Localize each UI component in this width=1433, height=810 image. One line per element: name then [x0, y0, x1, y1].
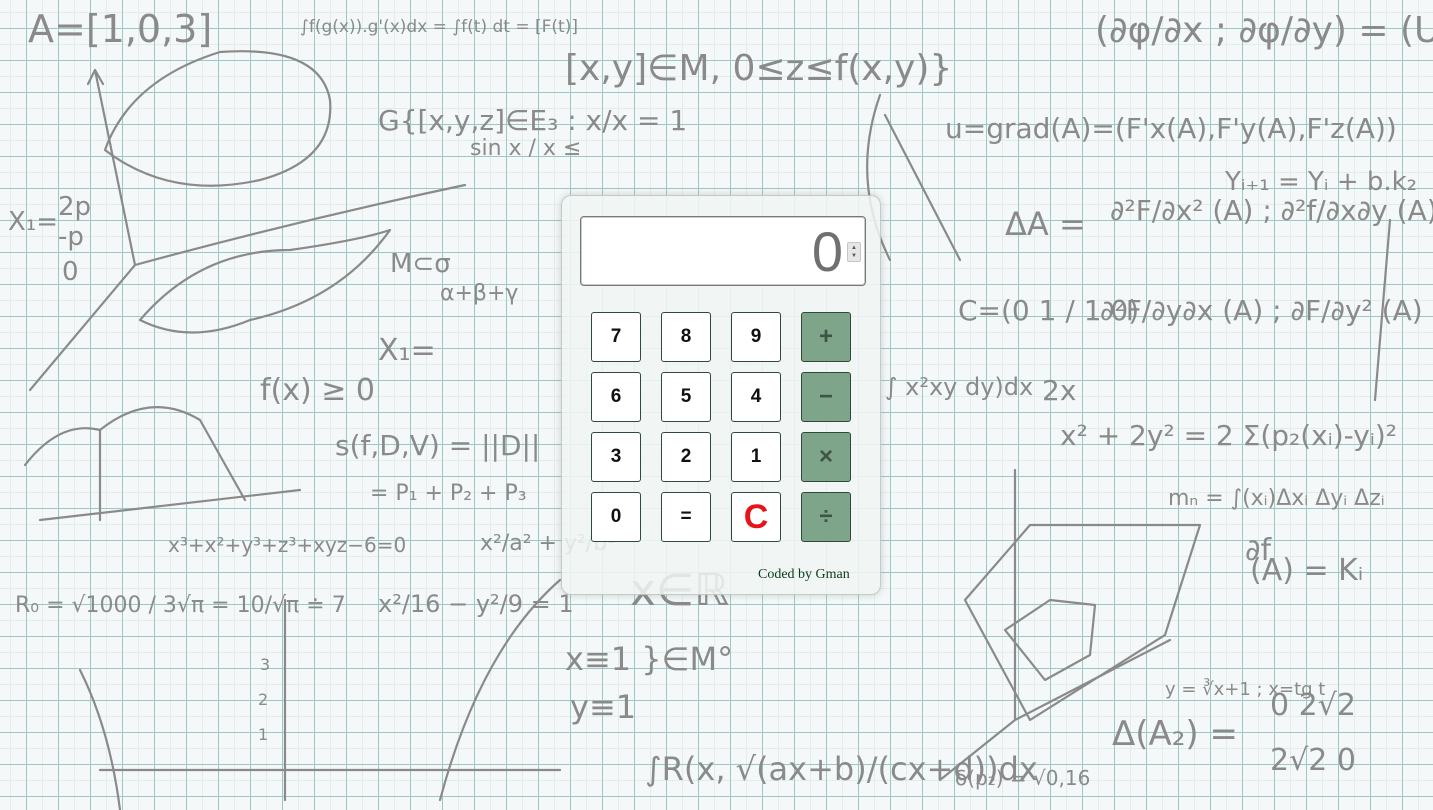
svg-text:G{[x,y,z]∈E₃ : x/x = 1: G{[x,y,z]∈E₃ : x/x = 1 — [378, 104, 687, 137]
calculator-display[interactable]: 0 ▲ ▼ — [580, 216, 866, 286]
svg-text:Δ(A₂) =: Δ(A₂) = — [1112, 714, 1238, 754]
svg-text:∂²F/∂y∂x (A) ; ∂F/∂y² (A): ∂²F/∂y∂x (A) ; ∂F/∂y² (A) — [1100, 294, 1423, 327]
divide-button[interactable]: ÷ — [801, 492, 851, 542]
svg-text:0 2√2: 0 2√2 — [1270, 688, 1356, 723]
svg-text:s(f,D,V) = ||D||: s(f,D,V) = ||D|| — [335, 429, 540, 462]
svg-text:0: 0 — [62, 257, 79, 287]
equals-button[interactable]: = — [661, 492, 711, 542]
svg-text:(A) = Kᵢ: (A) = Kᵢ — [1250, 553, 1363, 588]
svg-text:x² + 2y² = 2 Σ(p₂(xᵢ)-yᵢ)²: x² + 2y² = 2 Σ(p₂(xᵢ)-yᵢ)² — [1060, 419, 1397, 452]
digit-1-button[interactable]: 1 — [731, 432, 781, 482]
svg-text:sin x / x ≤: sin x / x ≤ — [470, 136, 581, 161]
svg-text:3: 3 — [260, 655, 270, 674]
svg-text:∫f(g(x)).g'(x)dx = ∫f(t) dt =: ∫f(g(x)).g'(x)dx = ∫f(t) dt = [F(t)] — [300, 17, 578, 37]
svg-text:1: 1 — [258, 725, 268, 744]
svg-text:mₙ = ∫(xᵢ)Δxᵢ Δyᵢ Δzᵢ: mₙ = ∫(xᵢ)Δxᵢ Δyᵢ Δzᵢ — [1168, 486, 1385, 511]
svg-text:2x: 2x — [1042, 374, 1076, 407]
number-spinner[interactable]: ▲ ▼ — [847, 242, 861, 262]
subtract-button[interactable]: − — [801, 372, 851, 422]
digit-9-button[interactable]: 9 — [731, 312, 781, 362]
display-value: 0 — [811, 220, 843, 283]
digit-8-button[interactable]: 8 — [661, 312, 711, 362]
svg-text:X₁=: X₁= — [8, 207, 58, 237]
svg-text:x³+x²+y³+z³+xyz−6=0: x³+x²+y³+z³+xyz−6=0 — [168, 533, 406, 557]
digit-5-button[interactable]: 5 — [661, 372, 711, 422]
svg-text:2p: 2p — [58, 192, 91, 222]
author-credit: Coded by Gman — [758, 567, 850, 582]
svg-text:X₁=: X₁= — [378, 333, 436, 368]
spinner-down-icon[interactable]: ▼ — [851, 252, 857, 260]
svg-text:-p: -p — [58, 222, 84, 252]
calculator: 0 ▲ ▼ 7 8 9 + 6 5 4 − 3 2 1 × 0 = C ÷ Co… — [561, 195, 881, 595]
digit-3-button[interactable]: 3 — [591, 432, 641, 482]
svg-text:∫ x²xy dy)dx: ∫ x²xy dy)dx — [885, 373, 1033, 401]
svg-text:Yᵢ₊₁ = Yᵢ + b.k₂: Yᵢ₊₁ = Yᵢ + b.k₂ — [1224, 167, 1417, 197]
clear-button[interactable]: C — [731, 492, 781, 542]
svg-text:C=(0 1 / 1 0): C=(0 1 / 1 0) — [958, 294, 1139, 327]
svg-text:∂²F/∂x² (A) ; ∂²f/∂x∂y (A): ∂²F/∂x² (A) ; ∂²f/∂x∂y (A) — [1110, 194, 1433, 227]
svg-text:R₀ = √1000 / 3√π = 10/√π ≐ 7: R₀ = √1000 / 3√π = 10/√π ≐ 7 — [15, 593, 346, 618]
svg-text:M⊂σ: M⊂σ — [390, 249, 451, 279]
digit-2-button[interactable]: 2 — [661, 432, 711, 482]
svg-text:2: 2 — [258, 690, 268, 709]
svg-text:= P₁ + P₂ + P₃: = P₁ + P₂ + P₃ — [370, 481, 527, 506]
svg-text:f(x) ≥ 0: f(x) ≥ 0 — [260, 373, 375, 408]
add-button[interactable]: + — [801, 312, 851, 362]
svg-text:α+β+γ: α+β+γ — [440, 281, 518, 306]
svg-text:ΔA =: ΔA = — [1005, 205, 1086, 243]
svg-text:x≡1 }∈M°: x≡1 }∈M° — [565, 640, 733, 678]
digit-7-button[interactable]: 7 — [591, 312, 641, 362]
svg-text:δ(p₂) = √0,16: δ(p₂) = √0,16 — [955, 766, 1090, 790]
digit-6-button[interactable]: 6 — [591, 372, 641, 422]
svg-text:A=[1,0,3]: A=[1,0,3] — [28, 7, 212, 51]
svg-text:(∂φ/∂x ; ∂φ/∂y) = (U,V): (∂φ/∂x ; ∂φ/∂y) = (U,V) — [1095, 10, 1433, 51]
digit-0-button[interactable]: 0 — [591, 492, 641, 542]
spinner-up-icon[interactable]: ▲ — [851, 244, 857, 252]
svg-text:[x,y]∈M, 0≤z≤f(x,y)}: [x,y]∈M, 0≤z≤f(x,y)} — [565, 48, 952, 89]
svg-text:y≡1: y≡1 — [570, 688, 636, 726]
digit-4-button[interactable]: 4 — [731, 372, 781, 422]
svg-text:u=grad(A)=(F'x(A),F'y(A),F'z(A: u=grad(A)=(F'x(A),F'y(A),F'z(A)) — [945, 112, 1397, 145]
multiply-button[interactable]: × — [801, 432, 851, 482]
svg-text:2√2 0: 2√2 0 — [1270, 743, 1356, 778]
